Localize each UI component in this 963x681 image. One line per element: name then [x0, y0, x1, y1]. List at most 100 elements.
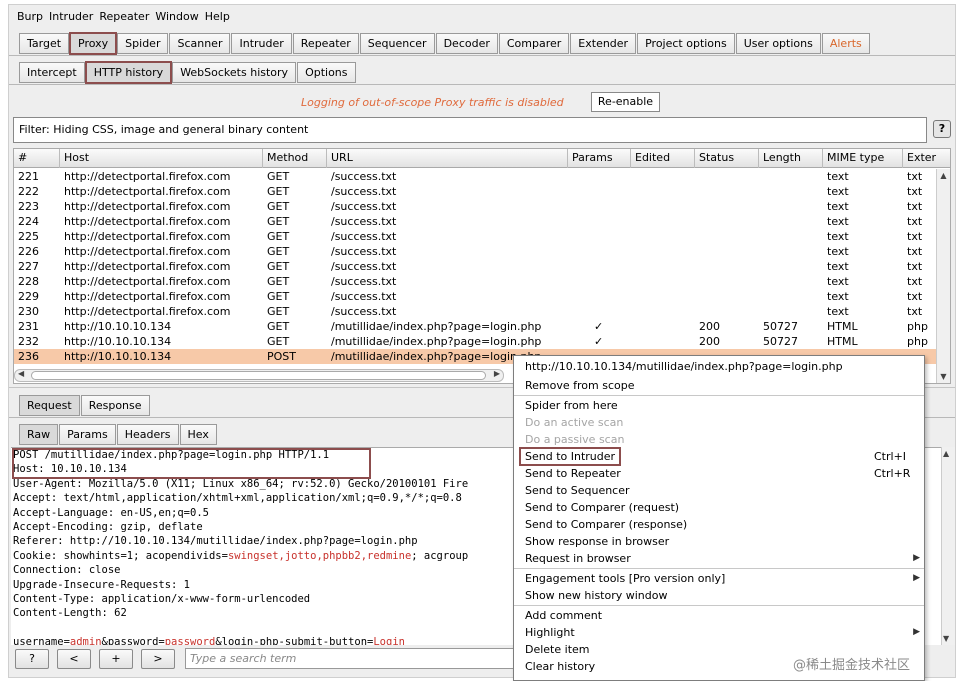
menu-item-send-to-comparer-request[interactable]: Send to Comparer (request) — [514, 499, 924, 516]
menu-item-request-in-browser[interactable]: Request in browser ▶ — [514, 550, 924, 567]
add-button[interactable]: + — [99, 649, 133, 669]
cookie-suffix: ; acgroup — [411, 549, 469, 562]
menu-separator — [514, 605, 924, 606]
tab-decoder[interactable]: Decoder — [435, 33, 498, 54]
table-row[interactable]: 222 http://detectportal.firefox.com GET/su… — [14, 184, 936, 199]
menu-item-spider-from-here[interactable]: Spider from here — [514, 397, 924, 414]
tab-hex[interactable]: Hex — [179, 424, 217, 445]
menu-intruder[interactable]: Intruder — [49, 10, 93, 23]
table-row[interactable]: 227 http://detectportal.firefox.com GET/su… — [14, 259, 936, 274]
col-method[interactable]: Method — [263, 149, 327, 168]
menu-item-engagement-tools[interactable]: Engagement tools [Pro version only] ▶ — [514, 570, 924, 587]
tab-options[interactable]: Options — [297, 62, 356, 83]
reenable-button[interactable]: Re-enable — [591, 92, 660, 112]
menu-item-remove-from-scope[interactable]: Remove from scope — [514, 377, 924, 394]
table-row[interactable]: 232 http://10.10.10.134 GET/mutillidae/ind… — [14, 334, 936, 349]
tab-response[interactable]: Response — [80, 395, 150, 416]
tab-request[interactable]: Request — [19, 395, 80, 416]
col-url[interactable]: URL — [327, 149, 568, 168]
main-tabs: Target Proxy Spider Scanner Intruder Rep… — [19, 32, 871, 55]
col-length[interactable]: Length — [759, 149, 823, 168]
cell-method: GET — [267, 320, 290, 333]
tab-headers[interactable]: Headers — [116, 424, 179, 445]
search-field[interactable] — [185, 648, 530, 669]
col-status[interactable]: Status — [695, 149, 759, 168]
cell-url: /success.txt — [331, 305, 397, 318]
cell-status: 200 — [699, 335, 720, 348]
cell-number: 228 — [18, 275, 39, 288]
menu-item-passive-scan: Do a passive scan — [525, 433, 625, 446]
table-row[interactable]: 224 http://detectportal.firefox.com GET/su… — [14, 214, 936, 229]
tab-intercept[interactable]: Intercept — [19, 62, 85, 83]
cell-url: /success.txt — [331, 215, 397, 228]
table-row[interactable]: 231 http://10.10.10.134 GET/mutillidae/ind… — [14, 319, 936, 334]
col-mime-type[interactable]: MIME type — [823, 149, 903, 168]
menu-item-highlight[interactable]: Highlight ▶ — [514, 624, 924, 641]
tab-http-history[interactable]: HTTP history — [84, 61, 173, 84]
scroll-thumb[interactable] — [31, 371, 486, 380]
cell-status: 200 — [699, 320, 720, 333]
cell-host: http://10.10.10.134 — [64, 335, 172, 348]
tab-target[interactable]: Target — [19, 33, 70, 54]
scroll-down-icon[interactable]: ▼ — [937, 370, 950, 383]
col-extension[interactable]: Exter — [903, 149, 950, 168]
tab-intruder[interactable]: Intruder — [231, 33, 292, 54]
filter-bar[interactable]: Filter: Hiding CSS, image and general bi… — [13, 117, 927, 143]
col-params[interactable]: Params — [568, 149, 631, 168]
tab-extender[interactable]: Extender — [570, 33, 637, 54]
col-host[interactable]: Host — [60, 149, 263, 168]
table-row[interactable]: 228 http://detectportal.firefox.com GET/su… — [14, 274, 936, 289]
tab-alerts[interactable]: Alerts — [821, 33, 870, 54]
table-vertical-scrollbar[interactable]: ▲ ▼ — [936, 169, 950, 383]
col-edited[interactable]: Edited — [631, 149, 695, 168]
cell-params: ✓ — [594, 320, 604, 333]
tab-user-options[interactable]: User options — [735, 33, 821, 54]
table-horizontal-scrollbar[interactable]: ◀ ▶ — [14, 369, 504, 382]
cell-number: 223 — [18, 200, 39, 213]
table-row[interactable]: 229 http://detectportal.firefox.com GET/su… — [14, 289, 936, 304]
scroll-right-icon[interactable]: ▶ — [494, 369, 500, 378]
highlight-label: Highlight — [525, 626, 575, 639]
menu-item-add-comment[interactable]: Add comment — [514, 607, 924, 624]
table-row[interactable]: 230 http://detectportal.firefox.com GET/su… — [14, 304, 936, 319]
table-row[interactable]: 223 http://detectportal.firefox.com GET/su… — [14, 199, 936, 214]
table-row[interactable]: 225 http://detectportal.firefox.com GET/su… — [14, 229, 936, 244]
menu-item-send-to-sequencer[interactable]: Send to Sequencer — [514, 482, 924, 499]
table-row[interactable]: 221 http://detectportal.firefox.com GET/su… — [14, 169, 936, 184]
tab-repeater[interactable]: Repeater — [292, 33, 359, 54]
tab-spider[interactable]: Spider — [117, 33, 169, 54]
filter-help-button[interactable]: ? — [933, 120, 951, 138]
menu-burp[interactable]: Burp — [17, 10, 43, 23]
tab-websockets-history[interactable]: WebSockets history — [172, 62, 297, 83]
editor-scroll-up-icon[interactable]: ▲ — [943, 449, 949, 458]
editor-scrollbar[interactable]: ▲ ▼ — [941, 447, 955, 645]
tab-sequencer[interactable]: Sequencer — [359, 33, 435, 54]
tab-scanner[interactable]: Scanner — [169, 33, 231, 54]
menu-item-send-to-intruder[interactable]: Send to Intruder Ctrl+I — [514, 447, 924, 466]
scroll-up-icon[interactable]: ▲ — [937, 169, 950, 182]
tab-params[interactable]: Params — [59, 424, 116, 445]
body-value-submit: Login — [373, 636, 405, 645]
menu-window[interactable]: Window — [155, 10, 198, 23]
menu-item-show-new-history-window[interactable]: Show new history window — [514, 587, 924, 604]
tab-comparer[interactable]: Comparer — [498, 33, 570, 54]
subtab-divider — [9, 84, 955, 85]
search-help-button[interactable]: ? — [15, 649, 49, 669]
search-input[interactable] — [190, 652, 529, 665]
col-number[interactable]: # — [14, 149, 60, 168]
menu-item-show-response-in-browser[interactable]: Show response in browser — [514, 533, 924, 550]
menu-help[interactable]: Help — [205, 10, 230, 23]
scroll-left-icon[interactable]: ◀ — [18, 369, 24, 378]
cell-number: 232 — [18, 335, 39, 348]
menu-repeater[interactable]: Repeater — [99, 10, 149, 23]
previous-match-button[interactable]: < — [57, 649, 91, 669]
next-match-button[interactable]: > — [141, 649, 175, 669]
table-row[interactable]: 226 http://detectportal.firefox.com GET/su… — [14, 244, 936, 259]
tab-raw[interactable]: Raw — [19, 424, 59, 445]
menu-item-send-to-repeater[interactable]: Send to Repeater Ctrl+R — [514, 465, 924, 482]
menu-item-send-to-comparer-response[interactable]: Send to Comparer (response) — [514, 516, 924, 533]
cell-url: /mutillidae/index.php?page=login.php — [331, 320, 542, 333]
editor-scroll-down-icon[interactable]: ▼ — [943, 634, 949, 643]
tab-project-options[interactable]: Project options — [637, 33, 735, 54]
tab-proxy[interactable]: Proxy — [69, 32, 118, 55]
